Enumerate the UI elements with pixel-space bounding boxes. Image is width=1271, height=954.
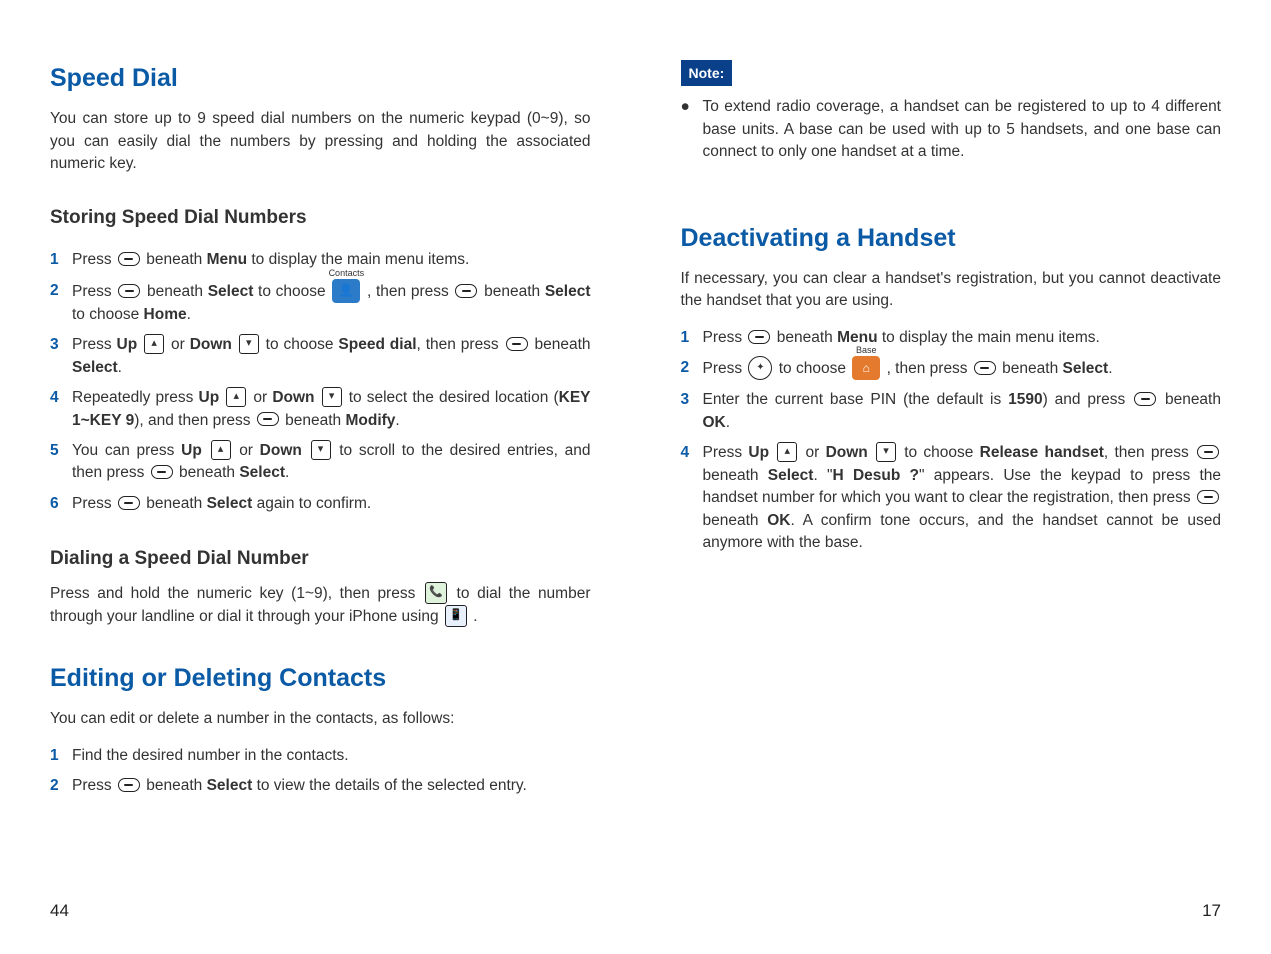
softkey-icon [455,284,477,298]
up-key-icon: ▴ [226,387,246,407]
up-key-icon: ▴ [144,334,164,354]
page-number-left: 44 [50,899,591,924]
left-column: Speed Dial You can store up to 9 speed d… [30,40,636,934]
down-key-icon: ▾ [311,440,331,460]
mobile-key-icon: 📱 [445,605,467,627]
softkey-icon [257,412,279,426]
heading-deactivating: Deactivating a Handset [681,220,1222,256]
right-column: Note: ● To extend radio coverage, a hand… [636,40,1242,934]
page-number-right: 17 [681,899,1222,924]
intro-speed-dial: You can store up to 9 speed dial numbers… [50,108,591,175]
deact-list: 1 Press beneath Menu to display the main… [681,319,1222,563]
list-number: 4 [50,387,72,432]
nav-key-icon: ✦ [748,356,772,380]
storing-step-4: Repeatedly press Up ▴ or Down ▾ to selec… [72,387,591,432]
down-key-icon: ▾ [322,387,342,407]
subheading-storing: Storing Speed Dial Numbers [50,204,591,232]
list-number: 1 [681,327,703,349]
intro-editing: You can edit or delete a number in the c… [50,708,591,730]
down-key-icon: ▾ [239,334,259,354]
note-text: To extend radio coverage, a handset can … [703,96,1222,163]
list-number: 3 [681,389,703,434]
list-number: 2 [681,357,703,381]
up-key-icon: ▴ [777,442,797,462]
list-number: 1 [50,249,72,271]
heading-speed-dial: Speed Dial [50,60,591,96]
softkey-icon [1197,490,1219,504]
deact-step-3: Enter the current base PIN (the default … [703,389,1222,434]
up-key-icon: ▴ [211,440,231,460]
softkey-icon [118,252,140,266]
storing-step-3: Press Up ▴ or Down ▾ to choose Speed dia… [72,334,591,379]
list-number: 4 [681,442,703,554]
note-label: Note: [681,60,733,86]
list-number: 2 [50,280,72,326]
deact-step-1: Press beneath Menu to display the main m… [703,327,1222,349]
deact-step-2: Press ✦ to choose Base⌂ , then press ben… [703,357,1222,381]
softkey-icon [151,465,173,479]
heading-editing: Editing or Deleting Contacts [50,660,591,696]
list-number: 1 [50,745,72,767]
dialing-text: Press and hold the numeric key (1~9), th… [50,583,591,628]
edit-step-1: Find the desired number in the contacts. [72,745,591,767]
list-number: 5 [50,440,72,485]
list-number: 6 [50,493,72,515]
base-icon: ⌂ [852,356,880,380]
editing-list: 1 Find the desired number in the contact… [50,737,591,806]
subheading-dialing: Dialing a Speed Dial Number [50,545,591,573]
list-number: 3 [50,334,72,379]
softkey-icon [1197,445,1219,459]
softkey-icon [118,778,140,792]
list-number: 2 [50,775,72,797]
deact-step-4: Press Up ▴ or Down ▾ to choose Release h… [703,442,1222,554]
storing-step-2: Press beneath Select to choose Contacts👤… [72,280,591,326]
softkey-icon [974,361,996,375]
softkey-icon [118,284,140,298]
storing-list: 1 Press beneath Menu to display the main… [50,241,591,523]
storing-step-5: You can press Up ▴ or Down ▾ to scroll t… [72,440,591,485]
down-key-icon: ▾ [876,442,896,462]
contacts-icon: 👤 [332,279,360,303]
bullet-icon: ● [681,96,703,163]
softkey-icon [1134,392,1156,406]
storing-step-6: Press beneath Select again to confirm. [72,493,591,515]
edit-step-2: Press beneath Select to view the details… [72,775,591,797]
softkey-icon [118,496,140,510]
call-key-icon: 📞 [425,582,447,604]
softkey-icon [748,330,770,344]
softkey-icon [506,337,528,351]
note-list: ● To extend radio coverage, a handset ca… [681,96,1222,163]
intro-deactivating: If necessary, you can clear a handset's … [681,268,1222,313]
